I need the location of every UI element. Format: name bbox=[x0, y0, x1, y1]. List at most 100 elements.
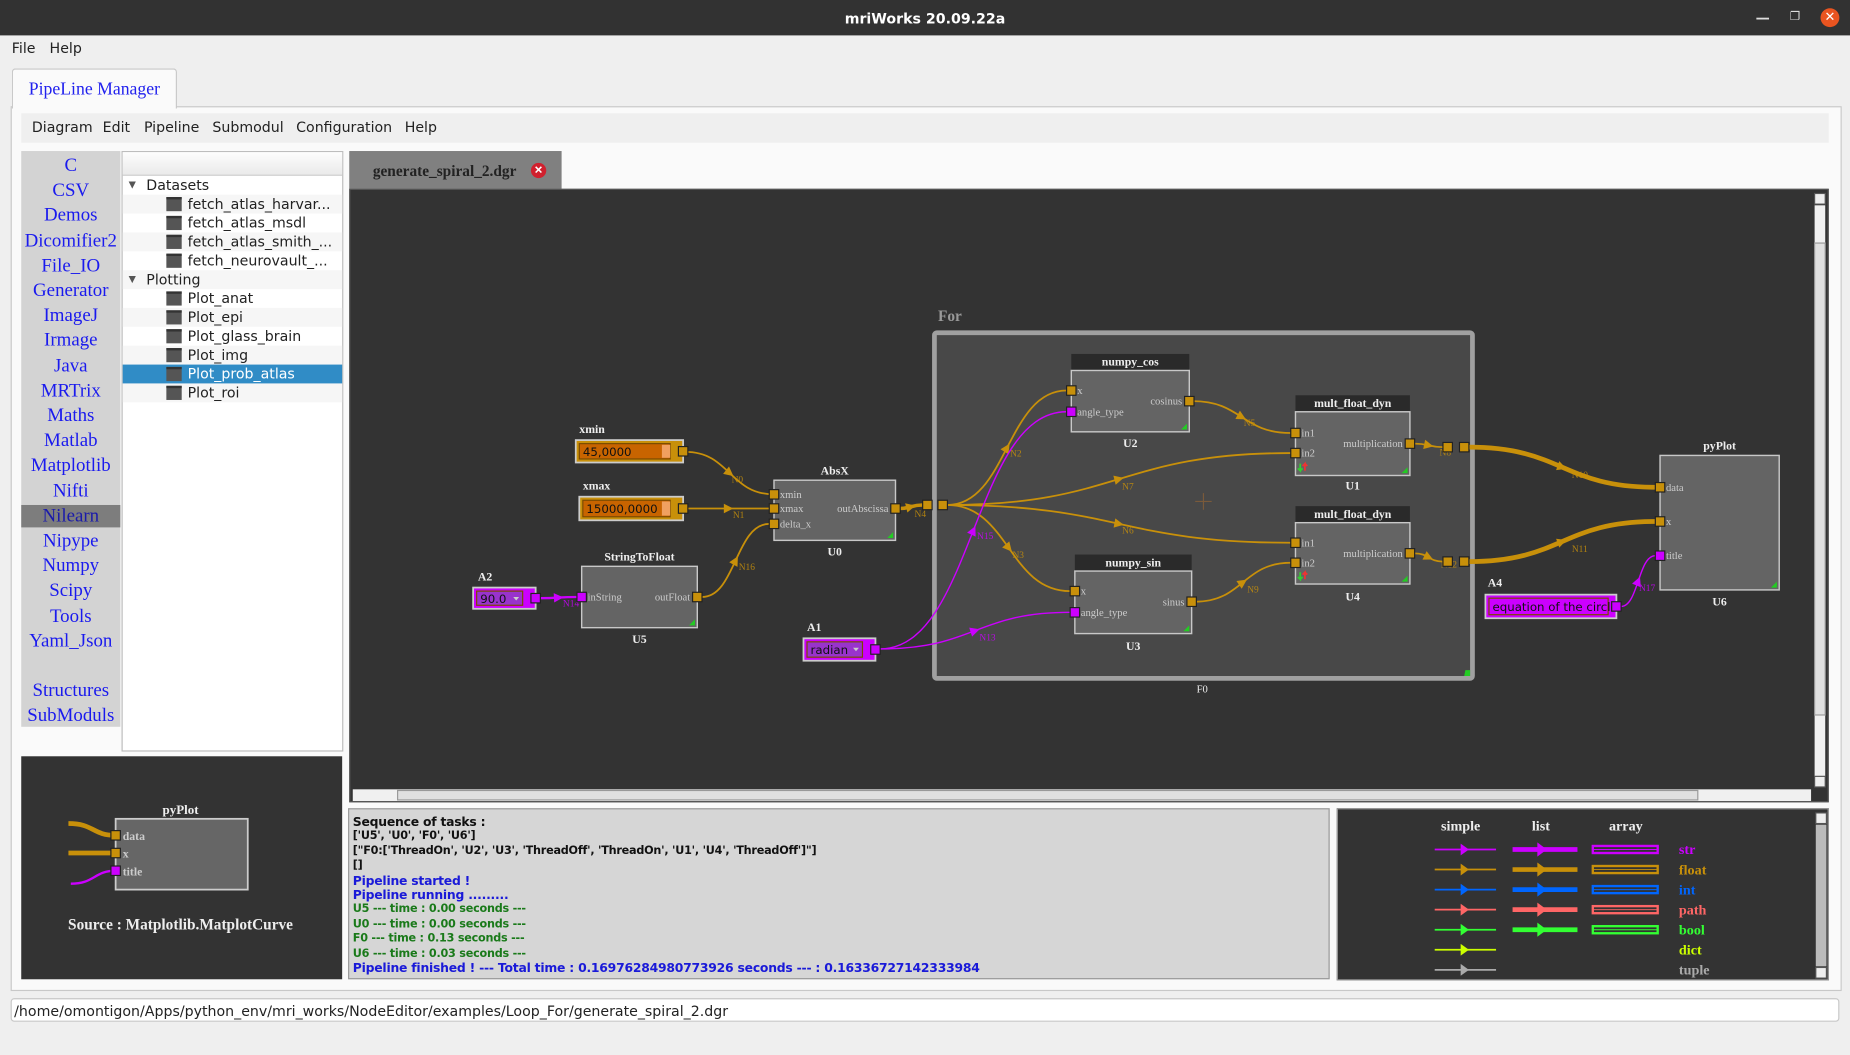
library-item[interactable]: Tools bbox=[21, 605, 120, 627]
port-float[interactable] bbox=[1458, 556, 1470, 567]
legend-scroll-down[interactable] bbox=[1815, 966, 1827, 979]
port-float[interactable] bbox=[768, 518, 780, 530]
port-str[interactable] bbox=[1611, 601, 1622, 612]
tab-diagram-file[interactable]: generate_spiral_2.dgr ✕ bbox=[349, 151, 562, 189]
menu-diagram[interactable]: Diagram bbox=[32, 119, 93, 136]
link-N16[interactable]: N16 bbox=[701, 522, 770, 598]
constant-A4[interactable]: A4 equation of the circle bbox=[1484, 575, 1622, 620]
library-item[interactable]: Demos bbox=[21, 205, 120, 227]
port-float[interactable] bbox=[1069, 585, 1081, 597]
constant-xmax[interactable]: xmax 15000,0000 bbox=[578, 479, 689, 522]
node-U0[interactable]: AbsX xmin xmax delta_x outAbscissa U0 bbox=[768, 463, 901, 559]
tree-group[interactable]: ▼ Datasets bbox=[123, 176, 342, 195]
expand-arrow-icon[interactable]: ▼ bbox=[129, 176, 136, 195]
port-str[interactable] bbox=[870, 644, 881, 655]
library-item[interactable]: Dicomifier2 bbox=[21, 230, 120, 252]
port-float[interactable] bbox=[1183, 395, 1195, 407]
vertical-scroll-thumb[interactable] bbox=[1814, 242, 1826, 716]
tree-item[interactable]: Plot_img bbox=[122, 345, 343, 365]
restore-icon[interactable]: ❐ bbox=[1790, 9, 1801, 26]
constant-A1[interactable]: A1 radian bbox=[802, 620, 881, 662]
library-item[interactable]: MRTrix bbox=[21, 380, 120, 402]
library-item[interactable]: Java bbox=[21, 355, 120, 377]
tree-item[interactable]: fetch_atlas_smith_... bbox=[122, 232, 343, 252]
port-float[interactable] bbox=[937, 499, 949, 511]
port-float[interactable] bbox=[691, 591, 703, 603]
file-path-field[interactable]: /home/omontigon/Apps/python_env/mri_work… bbox=[10, 998, 1840, 1022]
constant-A2[interactable]: A2 90.0 bbox=[472, 569, 541, 610]
menu-pipeline[interactable]: Pipeline bbox=[144, 119, 199, 136]
port-float[interactable] bbox=[1290, 447, 1301, 459]
library-item[interactable]: Structures bbox=[21, 680, 120, 702]
library-item[interactable]: SubModuls bbox=[21, 705, 120, 727]
close-tab-icon[interactable]: ✕ bbox=[530, 162, 547, 179]
library-item[interactable]: Numpy bbox=[21, 555, 120, 577]
diagram-svg[interactable]: For F0 N0N1N16N14N4N2N3N7N6N15N13N5N9N8N… bbox=[350, 190, 1828, 802]
library-item[interactable]: ImageJ bbox=[21, 305, 120, 327]
diagram-canvas[interactable]: For F0 N0 N1 N16 N14 N4 N2 N3 N7 N6 N15 N13 N5 N9 N8 N… bbox=[349, 188, 1829, 803]
link-N14[interactable]: N14 bbox=[540, 593, 579, 610]
library-item[interactable]: Generator bbox=[21, 280, 120, 302]
port-float[interactable] bbox=[1458, 441, 1470, 453]
port-float[interactable] bbox=[1404, 438, 1416, 449]
port-float[interactable] bbox=[768, 489, 780, 500]
port-float[interactable] bbox=[1654, 516, 1666, 527]
port-str[interactable] bbox=[1069, 607, 1081, 618]
library-item[interactable]: Nilearn bbox=[21, 504, 121, 528]
tree-item[interactable]: fetch_atlas_msdl bbox=[123, 214, 342, 233]
minimize-icon[interactable]: — bbox=[1756, 9, 1770, 26]
expand-arrow-icon[interactable]: ▼ bbox=[129, 270, 136, 289]
tree-item[interactable]: Plot_roi bbox=[122, 383, 343, 403]
port-str[interactable] bbox=[1654, 550, 1666, 562]
library-item[interactable]: Matlab bbox=[21, 430, 120, 452]
port-float[interactable] bbox=[677, 445, 689, 457]
link-N17[interactable]: N17 bbox=[1620, 555, 1656, 608]
port-float[interactable] bbox=[1442, 441, 1453, 453]
library-item[interactable]: Nipype bbox=[21, 530, 120, 552]
port-float[interactable] bbox=[677, 503, 689, 514]
port-str[interactable] bbox=[1065, 406, 1077, 418]
library-item[interactable]: Maths bbox=[21, 405, 120, 427]
port-str[interactable] bbox=[576, 591, 587, 603]
link-N11[interactable]: N11 bbox=[1468, 519, 1656, 564]
link-N1[interactable]: N1 bbox=[687, 503, 770, 521]
port-float[interactable] bbox=[1442, 556, 1453, 567]
tree-item[interactable]: Plot_glass_brain bbox=[123, 327, 342, 346]
link-N0[interactable]: N0 bbox=[685, 450, 774, 496]
node-box[interactable] bbox=[1659, 454, 1780, 591]
port-float[interactable] bbox=[1290, 557, 1301, 569]
port-float[interactable] bbox=[1065, 385, 1077, 396]
port-str[interactable] bbox=[530, 592, 541, 604]
library-item[interactable]: Matplotlib bbox=[21, 455, 120, 477]
menu-submodul[interactable]: Submodul bbox=[212, 119, 283, 136]
node-U5[interactable]: StringToFloat inString outFloat U5 bbox=[576, 549, 703, 646]
library-item[interactable]: Yaml_Json bbox=[21, 630, 120, 652]
library-item[interactable]: Nifti bbox=[21, 480, 120, 502]
horizontal-scroll-thumb[interactable] bbox=[397, 789, 1699, 801]
library-item[interactable]: File_IO bbox=[21, 255, 120, 277]
menu-help-inner[interactable]: Help bbox=[405, 119, 437, 136]
menu-edit[interactable]: Edit bbox=[103, 119, 130, 136]
constant-xmin[interactable]: xmin 45,0000 bbox=[574, 422, 689, 464]
tree-item[interactable]: fetch_atlas_harvar... bbox=[122, 194, 343, 214]
close-icon[interactable]: ✕ bbox=[1820, 8, 1840, 28]
legend-scroll-up[interactable] bbox=[1815, 812, 1827, 825]
tree-group[interactable]: ▼ Plotting bbox=[122, 270, 343, 290]
library-item[interactable]: Scipy bbox=[21, 580, 120, 602]
library-item[interactable]: Irmage bbox=[21, 330, 120, 352]
tree-item[interactable]: fetch_neurovault_... bbox=[123, 251, 342, 270]
scroll-down-button[interactable] bbox=[1814, 775, 1826, 788]
menu-file[interactable]: File bbox=[12, 40, 36, 57]
tree-item[interactable]: Plot_prob_atlas bbox=[122, 364, 343, 384]
node-U6[interactable]: pyPlot data x title U6 bbox=[1654, 439, 1780, 609]
library-item[interactable]: C bbox=[21, 155, 120, 177]
port-float[interactable] bbox=[1186, 596, 1197, 608]
port-float[interactable] bbox=[768, 503, 780, 514]
legend-scrollbar[interactable] bbox=[1815, 824, 1827, 967]
spin-arrows-icon[interactable] bbox=[661, 444, 671, 458]
scroll-up-button[interactable] bbox=[1814, 192, 1826, 205]
tree-item[interactable]: Plot_epi bbox=[122, 307, 343, 327]
library-item[interactable]: CSV bbox=[21, 180, 120, 202]
spin-arrows-icon[interactable] bbox=[661, 501, 671, 516]
tree-item[interactable]: Plot_anat bbox=[123, 289, 342, 308]
